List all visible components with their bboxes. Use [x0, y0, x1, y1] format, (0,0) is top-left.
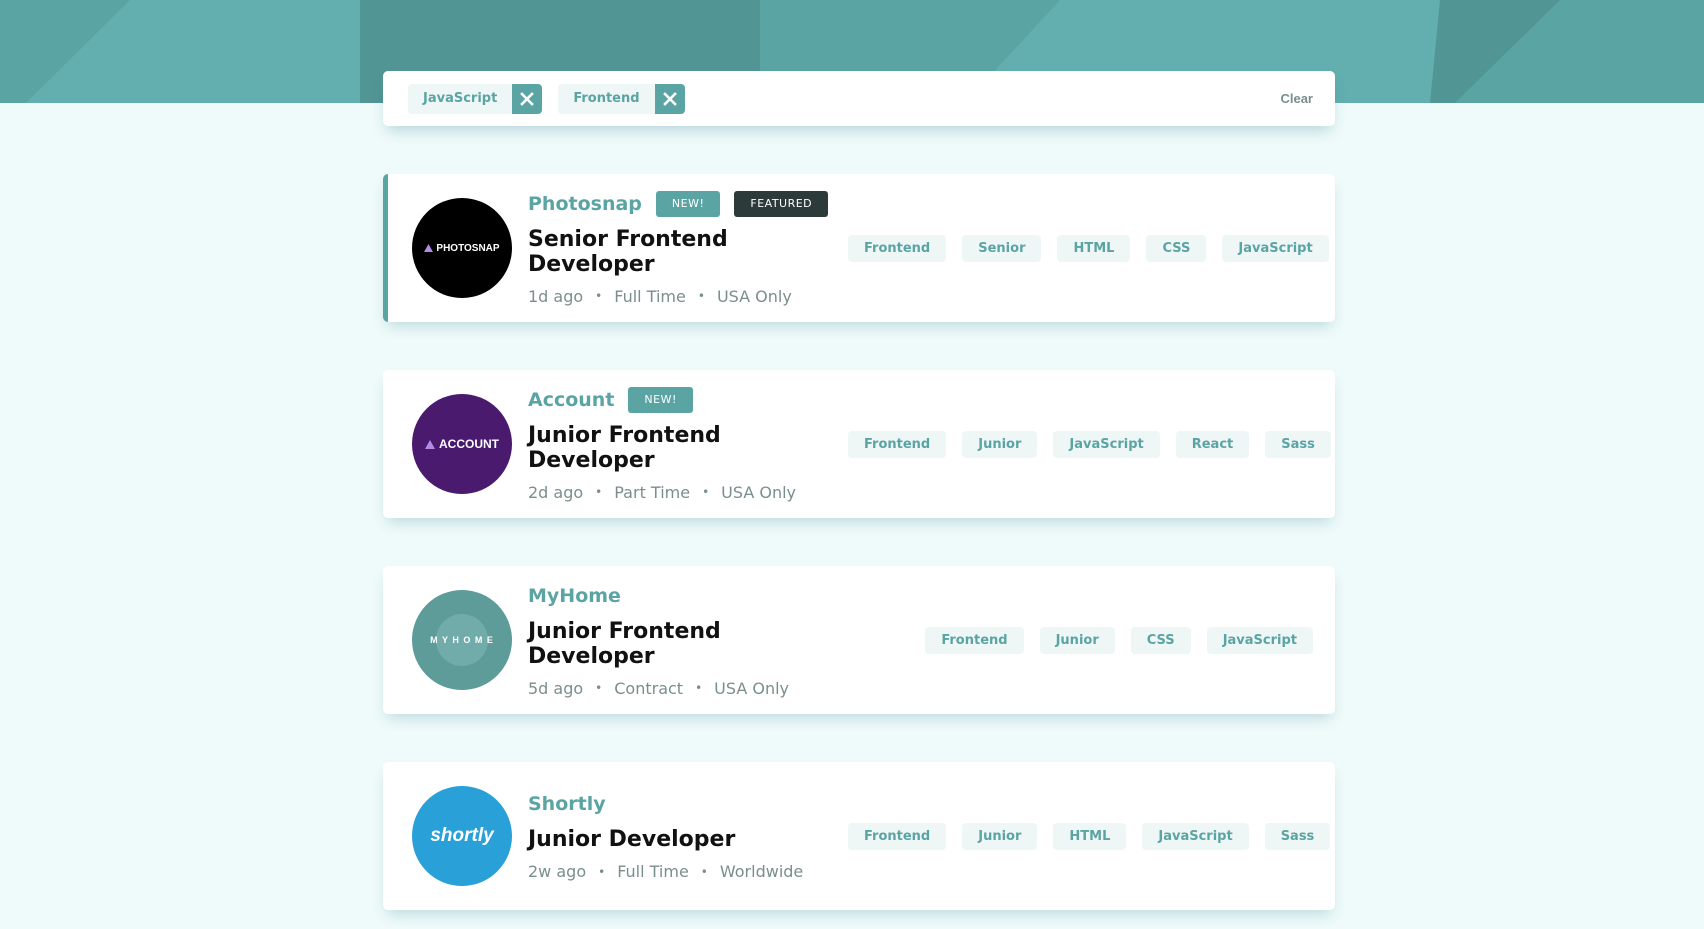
job-list: PHOTOSNAP Photosnap NEW! FEATURED Senior…	[383, 174, 1335, 929]
job-info: Photosnap NEW! FEATURED Senior Frontend …	[528, 190, 848, 306]
tag-javascript[interactable]: JavaScript	[1142, 822, 1249, 850]
tag-javascript[interactable]: JavaScript	[1053, 430, 1160, 458]
job-tags: Frontend Senior HTML CSS JavaScript	[848, 234, 1351, 262]
tag-junior[interactable]: Junior	[1039, 626, 1115, 654]
posted-at: 2w ago	[528, 862, 587, 881]
filter-chip-frontend: Frontend	[558, 83, 685, 114]
filter-chip-javascript: JavaScript	[408, 83, 543, 114]
contract-type: Contract	[614, 678, 684, 698]
tag-sass[interactable]: Sass	[1265, 430, 1331, 458]
job-info: Shortly Junior Developer 2w ago • Full T…	[528, 791, 848, 881]
company-row: Shortly	[528, 791, 848, 817]
tag-junior[interactable]: Junior	[962, 822, 1038, 850]
tag-junior[interactable]: Junior	[962, 430, 1038, 458]
tag-sass[interactable]: Sass	[1264, 822, 1331, 850]
filter-chip-label: JavaScript	[408, 83, 513, 114]
triangle-icon	[424, 244, 434, 252]
filter-bar: JavaScript Frontend Clear	[383, 71, 1335, 126]
job-info: MyHome Junior Frontend Developer 5d ago …	[528, 583, 848, 698]
job-meta: 2d ago • Part Time • USA Only	[528, 483, 848, 502]
company-row: Account NEW!	[528, 386, 848, 413]
separator-dot: •	[598, 864, 606, 879]
job-position[interactable]: Senior Frontend Developer	[528, 227, 848, 277]
clear-filters-button[interactable]: Clear	[1280, 91, 1313, 106]
filter-chip-label: Frontend	[558, 83, 655, 114]
tag-frontend[interactable]: Frontend	[848, 822, 947, 850]
featured-badge: FEATURED	[734, 190, 829, 217]
company-logo-account: ACCOUNT	[412, 394, 512, 494]
job-position[interactable]: Junior Developer	[528, 827, 848, 852]
tag-html[interactable]: HTML	[1057, 234, 1131, 262]
tag-javascript[interactable]: JavaScript	[1206, 626, 1313, 654]
company-logo-shortly: shortly	[412, 786, 512, 886]
filter-chips: JavaScript Frontend	[408, 83, 1280, 114]
company-logo-myhome: M Y H O M E	[412, 590, 512, 690]
separator-dot: •	[595, 681, 603, 695]
contract-type: Full Time	[614, 286, 686, 306]
company-name[interactable]: Account	[528, 389, 614, 411]
separator-dot: •	[595, 485, 603, 499]
logo-text: M Y H O M E	[430, 635, 494, 645]
separator-dot: •	[595, 289, 603, 303]
new-badge: NEW!	[628, 386, 693, 413]
tag-frontend[interactable]: Frontend	[848, 430, 947, 458]
close-icon	[520, 91, 535, 106]
logo-text: shortly	[430, 825, 494, 846]
close-icon	[662, 91, 677, 106]
contract-type: Full Time	[617, 862, 689, 881]
logo-text: ACCOUNT	[439, 437, 499, 451]
posted-at: 2d ago	[528, 482, 584, 502]
tag-senior[interactable]: Senior	[962, 234, 1042, 262]
job-tags: Frontend Junior CSS JavaScript	[848, 626, 1335, 654]
job-tags: Frontend Junior JavaScript React Sass	[848, 430, 1353, 458]
tag-css[interactable]: CSS	[1146, 234, 1207, 262]
job-meta: 5d ago • Contract • USA Only	[528, 679, 848, 698]
job-location: Worldwide	[719, 862, 804, 881]
remove-filter-javascript-button[interactable]	[512, 83, 543, 114]
separator-dot: •	[697, 289, 705, 303]
job-meta: 2w ago • Full Time • Worldwide	[528, 862, 848, 881]
job-location: USA Only	[721, 482, 796, 502]
job-info: Account NEW! Junior Frontend Developer 2…	[528, 386, 848, 502]
posted-at: 5d ago	[528, 678, 584, 698]
tag-javascript[interactable]: JavaScript	[1222, 234, 1329, 262]
job-card-account: ACCOUNT Account NEW! Junior Frontend Dev…	[383, 370, 1335, 518]
separator-dot: •	[702, 485, 710, 499]
tag-frontend[interactable]: Frontend	[848, 234, 947, 262]
tag-react[interactable]: React	[1175, 430, 1250, 458]
contract-type: Part Time	[614, 482, 691, 502]
job-position[interactable]: Junior Frontend Developer	[528, 423, 848, 473]
new-badge: NEW!	[655, 190, 721, 217]
job-location: USA Only	[714, 678, 789, 698]
remove-filter-frontend-button[interactable]	[654, 83, 685, 114]
logo-text: PHOTOSNAP	[436, 242, 500, 254]
triangle-icon	[425, 439, 435, 449]
job-tags: Frontend Junior HTML JavaScript Sass	[848, 822, 1352, 850]
company-name[interactable]: MyHome	[528, 585, 621, 607]
job-card-shortly: shortly Shortly Junior Developer 2w ago …	[383, 762, 1335, 910]
job-meta: 1d ago • Full Time • USA Only	[528, 287, 848, 306]
job-position[interactable]: Junior Frontend Developer	[528, 619, 848, 669]
tag-html[interactable]: HTML	[1053, 822, 1127, 850]
tag-frontend[interactable]: Frontend	[925, 626, 1024, 654]
company-row: MyHome	[528, 583, 848, 609]
company-row: Photosnap NEW! FEATURED	[528, 190, 848, 217]
company-name[interactable]: Shortly	[528, 793, 606, 815]
posted-at: 1d ago	[528, 286, 584, 306]
tag-css[interactable]: CSS	[1130, 626, 1191, 654]
job-location: USA Only	[716, 286, 792, 306]
separator-dot: •	[700, 864, 708, 879]
job-card-myhome: M Y H O M E MyHome Junior Frontend Devel…	[383, 566, 1335, 714]
job-card-photosnap: PHOTOSNAP Photosnap NEW! FEATURED Senior…	[383, 174, 1335, 322]
separator-dot: •	[695, 681, 703, 695]
company-logo-photosnap: PHOTOSNAP	[412, 198, 512, 298]
company-name[interactable]: Photosnap	[528, 193, 642, 215]
